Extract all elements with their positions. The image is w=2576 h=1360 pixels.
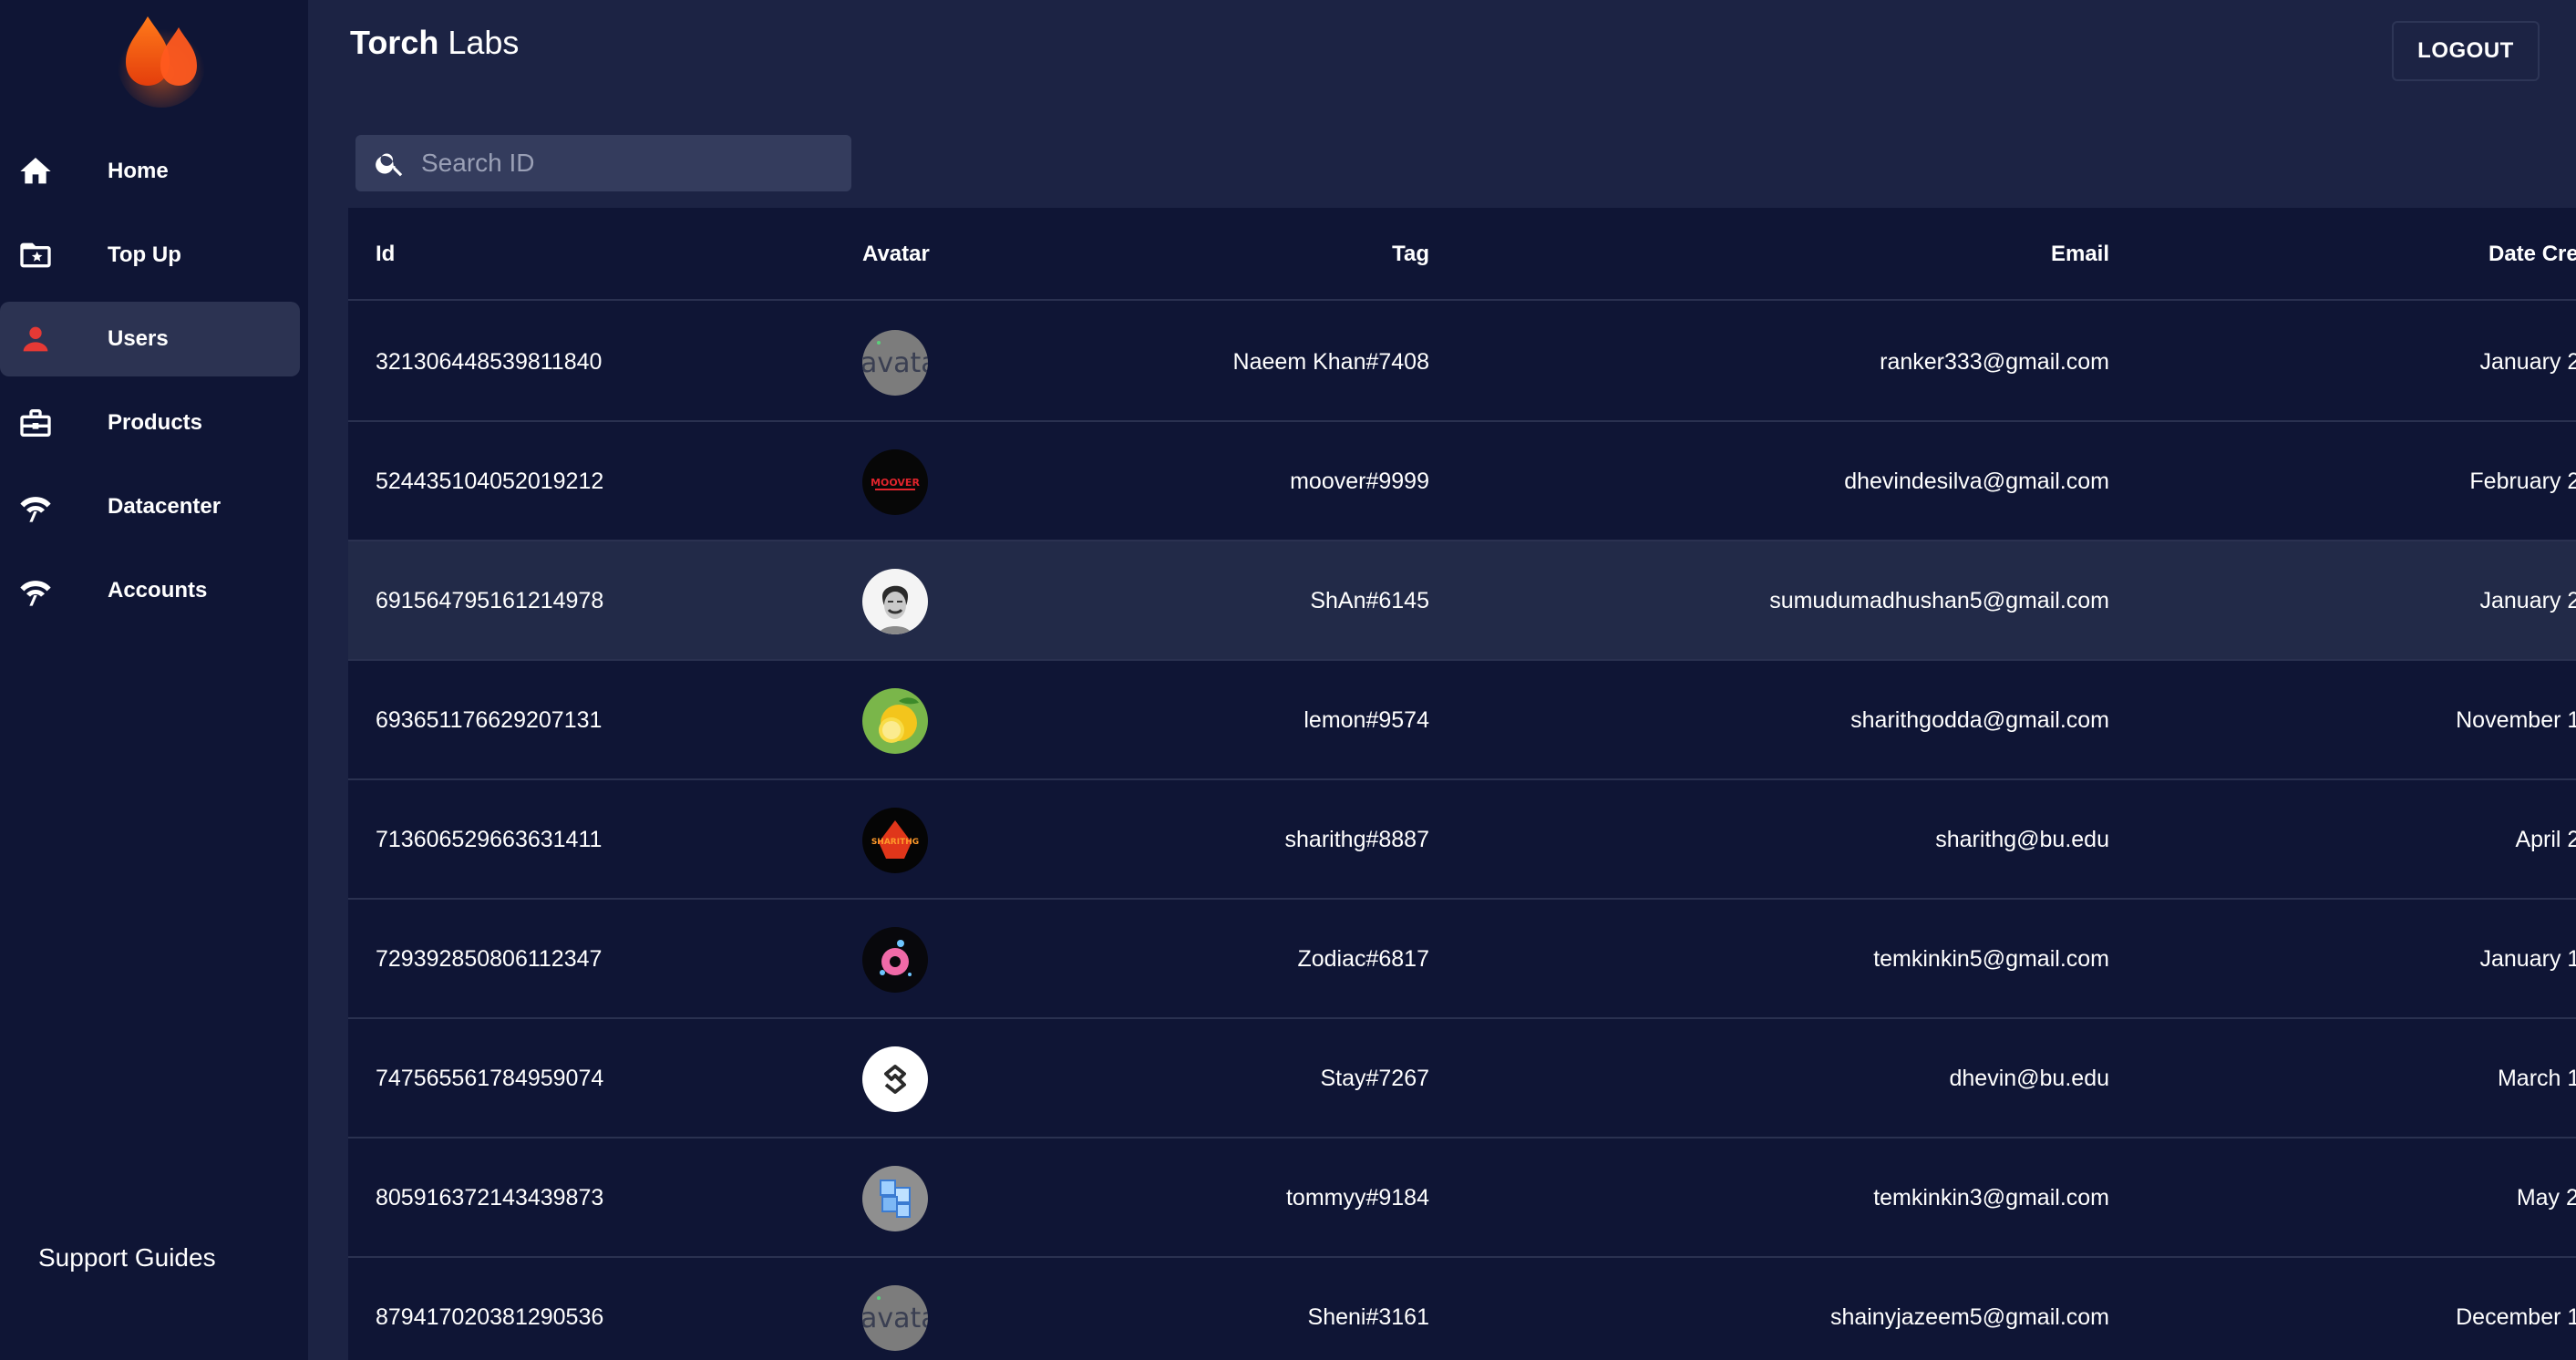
sidebar-item-top-up[interactable]: Top Up [0, 218, 300, 293]
avatar-text: avata [862, 1303, 928, 1334]
cell-tag: lemon#9574 [1303, 707, 1429, 733]
cell-date-created: May 23rd, [2516, 1185, 2576, 1211]
cell-date-created: January 25th, [2479, 349, 2576, 375]
column-header-date-created[interactable]: Date Cre [2488, 208, 2576, 301]
cell-date-created: December 13th, [2456, 1304, 2576, 1330]
cell-email: ranker333@gmail.com [1880, 349, 2109, 375]
cell-id: 524435104052019212 [376, 469, 604, 494]
sidebar-item-users[interactable]: Users [0, 302, 300, 376]
cell-id: 713606529663631411 [376, 827, 603, 852]
sidebar-item-accounts[interactable]: Accounts [0, 553, 300, 628]
logout-button[interactable]: LOGOUT [2392, 21, 2540, 81]
folder-star-icon [16, 236, 55, 274]
avatar: MOOVER [862, 449, 928, 515]
table-row[interactable]: 879417020381290536 avata Sheni#3161 shai… [348, 1258, 2576, 1360]
cell-id: 321306448539811840 [376, 349, 603, 375]
cell-date-created: November 15th, [2456, 707, 2576, 733]
avatar [862, 688, 928, 754]
column-header-email[interactable]: Email [2051, 208, 2109, 301]
cell-id: 805916372143439873 [376, 1185, 604, 1211]
cell-tag: sharithg#8887 [1284, 827, 1429, 852]
cell-date-created: January 17th, [2479, 946, 2576, 972]
table-row[interactable]: 321306448539811840 avata Naeem Khan#7408… [348, 303, 2576, 422]
sidebar-item-datacenter[interactable]: Datacenter [0, 469, 300, 544]
cell-email: sharithgodda@gmail.com [1850, 707, 2109, 733]
cell-date-created: April 28th, [2515, 827, 2576, 852]
cell-email: shainyjazeem5@gmail.com [1829, 1304, 2109, 1330]
avatar: SHARITHG [862, 808, 928, 873]
search-icon [374, 147, 407, 180]
sidebar-item-home[interactable]: Home [0, 134, 300, 209]
avatar [862, 927, 928, 993]
table-row[interactable]: 713606529663631411 SHARITHG sharithg#888… [348, 780, 2576, 900]
cell-id: 747565561784959074 [376, 1066, 604, 1091]
cell-email: dhevindesilva@gmail.com [1844, 469, 2109, 494]
cell-email: temkinkin3@gmail.com [1873, 1185, 2109, 1211]
column-header-avatar[interactable]: Avatar [862, 208, 930, 301]
support-guides-link[interactable]: Support Guides [38, 1243, 216, 1272]
cell-date-created: January 24th, [2479, 588, 2576, 613]
table-row[interactable]: 729392850806112347 Zodiac#6817 temkinkin… [348, 900, 2576, 1019]
sidebar-item-label: Datacenter [108, 494, 222, 519]
table-row[interactable]: 805916372143439873 tommyy#9184 temkinkin… [348, 1138, 2576, 1258]
column-header-id[interactable]: Id [376, 208, 395, 301]
brand-name-bold: Torch [350, 24, 439, 61]
cell-email: sumudumadhushan5@gmail.com [1769, 588, 2109, 613]
sidebar-item-label: Accounts [108, 578, 208, 603]
table-row[interactable]: 693651176629207131 lemon#9574 sharithgod… [348, 661, 2576, 780]
cell-tag: Naeem Khan#7408 [1232, 349, 1429, 375]
cell-tag: tommyy#9184 [1285, 1185, 1429, 1211]
briefcase-icon [16, 404, 55, 442]
brand-name-light: Labs [438, 24, 520, 61]
sidebar-item-label: Products [108, 410, 203, 435]
cell-tag: Stay#7267 [1320, 1066, 1429, 1091]
cell-date-created: March 13th, [2497, 1066, 2576, 1091]
avatar [862, 1166, 928, 1231]
sidebar-item-label: Top Up [108, 242, 181, 267]
cell-tag: ShAn#6145 [1310, 588, 1429, 613]
sidebar: Home Top Up Users Products Datacenter Ac… [0, 0, 308, 1360]
table-row[interactable]: 524435104052019212 MOOVER moover#9999 dh… [348, 422, 2576, 541]
user-icon [16, 320, 55, 358]
cell-email: sharithg@bu.edu [1935, 827, 2109, 852]
table-row[interactable]: 691564795161214978 ShAn#6145 sumudumadhu… [348, 541, 2576, 661]
cell-id: 693651176629207131 [376, 707, 603, 733]
table-row[interactable]: 747565561784959074 Stay#7267 dhevin@bu.e… [348, 1019, 2576, 1138]
wifi-tethering-icon [16, 488, 55, 526]
cell-id: 691564795161214978 [376, 588, 604, 613]
cell-tag: moover#9999 [1290, 469, 1429, 494]
cell-email: dhevin@bu.edu [1949, 1066, 2109, 1091]
cell-date-created: February 26th, [2469, 469, 2576, 494]
cell-tag: Sheni#3161 [1307, 1304, 1429, 1330]
page-title: Torch Labs [350, 24, 519, 62]
app-root: Home Top Up Users Products Datacenter Ac… [0, 0, 2576, 1360]
sidebar-item-products[interactable]: Products [0, 386, 300, 460]
search-box [355, 135, 851, 191]
cell-id: 729392850806112347 [376, 946, 603, 972]
avatar-text: avata [862, 347, 928, 379]
cell-tag: Zodiac#6817 [1297, 946, 1429, 972]
cell-id: 879417020381290536 [376, 1304, 604, 1330]
avatar: avata [862, 1285, 928, 1351]
avatar: avata [862, 330, 928, 396]
table-header: Id Avatar Tag Email Date Cre [348, 208, 2576, 301]
sidebar-item-label: Home [108, 159, 169, 183]
avatar [862, 1046, 928, 1112]
avatar-text: MOOVER [871, 477, 920, 489]
avatar-text: SHARITHG [871, 838, 919, 847]
torch-logo-icon[interactable] [111, 7, 211, 108]
users-table: Id Avatar Tag Email Date Cre 32130644853… [348, 208, 2576, 1360]
column-header-tag[interactable]: Tag [1392, 208, 1429, 301]
avatar [862, 569, 928, 634]
sidebar-item-label: Users [108, 326, 169, 351]
search-input[interactable] [421, 135, 840, 191]
home-icon [16, 152, 55, 191]
cell-email: temkinkin5@gmail.com [1873, 946, 2109, 972]
wifi-tethering-icon [16, 572, 55, 610]
